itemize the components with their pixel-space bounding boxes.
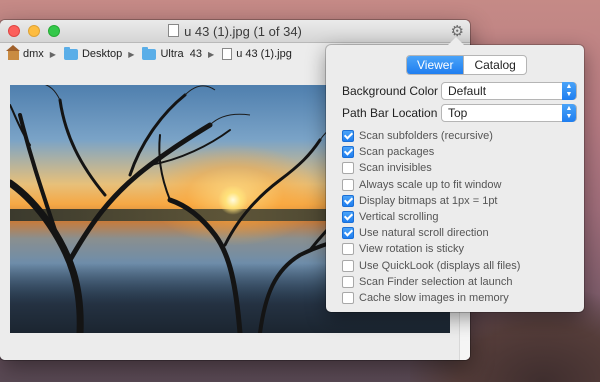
checkbox-checked[interactable] (342, 194, 354, 207)
checkbox-unchecked[interactable] (342, 243, 354, 256)
checkbox-unchecked[interactable] (342, 162, 354, 175)
preferences-popover: Viewer Catalog Background Color Default … (326, 37, 584, 312)
path-bar-location-label: Path Bar Location (342, 106, 438, 120)
checkbox-unchecked[interactable] (342, 291, 354, 304)
checkbox-unchecked[interactable] (342, 259, 354, 272)
background-color-value: Default (448, 84, 487, 98)
checkbox-checked[interactable] (342, 210, 354, 223)
option-label: Scan packages (359, 146, 435, 159)
updown-chevron-icon: ▲ ▼ (562, 104, 576, 122)
option-checkbox-row[interactable]: Scan packages (342, 144, 520, 160)
tab-catalog[interactable]: Catalog (463, 56, 525, 74)
path-bar-location-select[interactable]: Top ▲ ▼ (441, 104, 577, 122)
folder-icon (142, 46, 157, 60)
option-label: View rotation is sticky (359, 243, 464, 256)
option-label: Vertical scrolling (359, 210, 439, 223)
option-label: Scan Finder selection at launch (359, 275, 513, 288)
checkbox-checked[interactable] (342, 227, 354, 240)
checkbox-checked[interactable] (342, 146, 354, 159)
document-icon (168, 24, 180, 37)
path-item-file[interactable]: u 43 (1).jpg (236, 48, 292, 60)
option-checkbox-row[interactable]: Vertical scrolling (342, 209, 520, 225)
chevron-right-icon: ▶ (49, 49, 56, 59)
path-bar-location-value: Top (448, 106, 468, 120)
checkbox-checked[interactable] (342, 130, 354, 142)
tab-viewer[interactable]: Viewer (407, 56, 464, 74)
title-bar[interactable]: u 43 (1).jpg (1 of 34) ⚙ (0, 20, 470, 43)
option-label: Cache slow images in memory (359, 291, 509, 304)
file-icon (222, 48, 233, 60)
option-label: Scan invisibles (359, 162, 432, 175)
home-icon (6, 45, 20, 60)
window-title-container: u 43 (1).jpg (1 of 34) (0, 24, 470, 39)
option-checkbox-row[interactable]: Always scale up to fit window (342, 177, 520, 193)
checkbox-unchecked[interactable] (342, 178, 354, 191)
path-item-home[interactable]: dmx (23, 48, 44, 60)
background-color-label: Background Color (342, 84, 439, 98)
checkbox-unchecked[interactable] (342, 275, 354, 288)
popover-arrow (448, 37, 464, 45)
window-title: u 43 (1).jpg (1 of 34) (184, 24, 302, 39)
path-bar-location-row: Path Bar Location Top ▲ ▼ (342, 104, 577, 122)
option-label: Scan subfolders (recursive) (359, 130, 493, 142)
option-label: Use natural scroll direction (359, 227, 489, 240)
option-checkbox-row[interactable]: Display bitmaps at 1px = 1pt (342, 193, 520, 209)
background-color-select[interactable]: Default ▲ ▼ (441, 82, 577, 100)
option-label: Use QuickLook (displays all files) (359, 259, 521, 272)
option-checkbox-row[interactable]: Use natural scroll direction (342, 225, 520, 241)
folder-icon (63, 46, 78, 60)
option-checkbox-row[interactable]: Use QuickLook (displays all files) (342, 258, 520, 274)
chevron-right-icon: ▶ (208, 49, 215, 59)
option-checkbox-row[interactable]: View rotation is sticky (342, 241, 520, 257)
option-checkbox-row[interactable]: Scan invisibles (342, 160, 520, 176)
option-checkbox-row[interactable]: Cache slow images in memory (342, 290, 520, 306)
option-checkbox-row[interactable]: Scan Finder selection at launch (342, 274, 520, 290)
background-color-row: Background Color Default ▲ ▼ (342, 82, 577, 100)
options-list: Scan subfolders (recursive) Scan packages… (342, 128, 520, 306)
preferences-tabs: Viewer Catalog (406, 55, 527, 75)
option-label: Display bitmaps at 1px = 1pt (359, 194, 498, 207)
updown-chevron-icon: ▲ ▼ (562, 82, 576, 100)
option-checkbox-row[interactable]: Scan subfolders (recursive) (342, 128, 520, 144)
path-item-desktop[interactable]: Desktop (82, 48, 122, 60)
chevron-right-icon: ▶ (128, 49, 135, 59)
option-label: Always scale up to fit window (359, 178, 502, 191)
path-item-folder[interactable]: Ultra 43 (160, 48, 202, 60)
